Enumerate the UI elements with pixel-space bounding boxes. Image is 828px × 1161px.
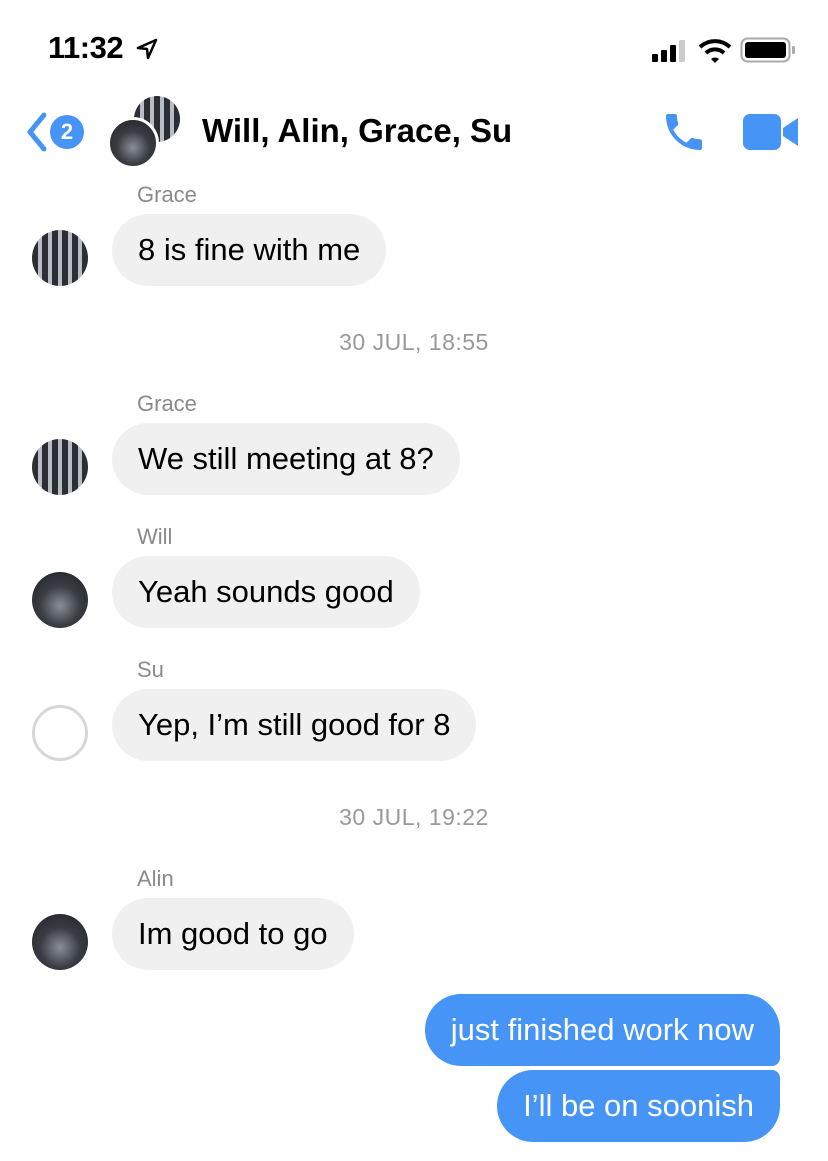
sender-name: Alin	[137, 866, 174, 891]
message-bubble[interactable]: 8 is fine with me	[112, 214, 387, 286]
unread-badge[interactable]: 2	[50, 115, 84, 149]
video-call-icon[interactable]	[743, 112, 799, 152]
message-bubble[interactable]: We still meeting at 8?	[112, 423, 460, 495]
back-chevron-icon[interactable]	[24, 112, 50, 152]
group-avatar-alin	[107, 117, 159, 169]
avatar-su-placeholder	[32, 705, 88, 761]
timestamp: 30 JUL, 18:55	[339, 329, 489, 355]
avatar-grace	[32, 439, 88, 495]
avatar-will	[32, 572, 88, 628]
conversation-title[interactable]: Will, Alin, Grace, Su	[202, 112, 512, 150]
sender-name: Will	[137, 524, 173, 549]
message-bubble[interactable]: Yep, I’m still good for 8	[112, 689, 477, 761]
battery-icon	[740, 37, 795, 63]
wifi-icon	[698, 39, 732, 63]
sender-name: Grace	[137, 391, 197, 416]
outgoing-message-bubble[interactable]: I’ll be on soonish	[497, 1070, 780, 1142]
status-time: 11:32	[48, 30, 124, 65]
outgoing-message-bubble[interactable]: just finished work now	[424, 994, 780, 1066]
avatar-grace	[32, 230, 88, 286]
phone-call-icon[interactable]	[660, 108, 708, 156]
avatar-alin	[32, 914, 88, 970]
sender-name: Grace	[137, 182, 197, 207]
message-bubble[interactable]: Yeah sounds good	[112, 556, 420, 628]
timestamp: 30 JUL, 19:22	[339, 804, 489, 830]
location-arrow-icon	[136, 38, 158, 60]
sender-name: Su	[137, 657, 164, 682]
signal-icon	[652, 40, 685, 62]
message-bubble[interactable]: Im good to go	[112, 898, 354, 970]
